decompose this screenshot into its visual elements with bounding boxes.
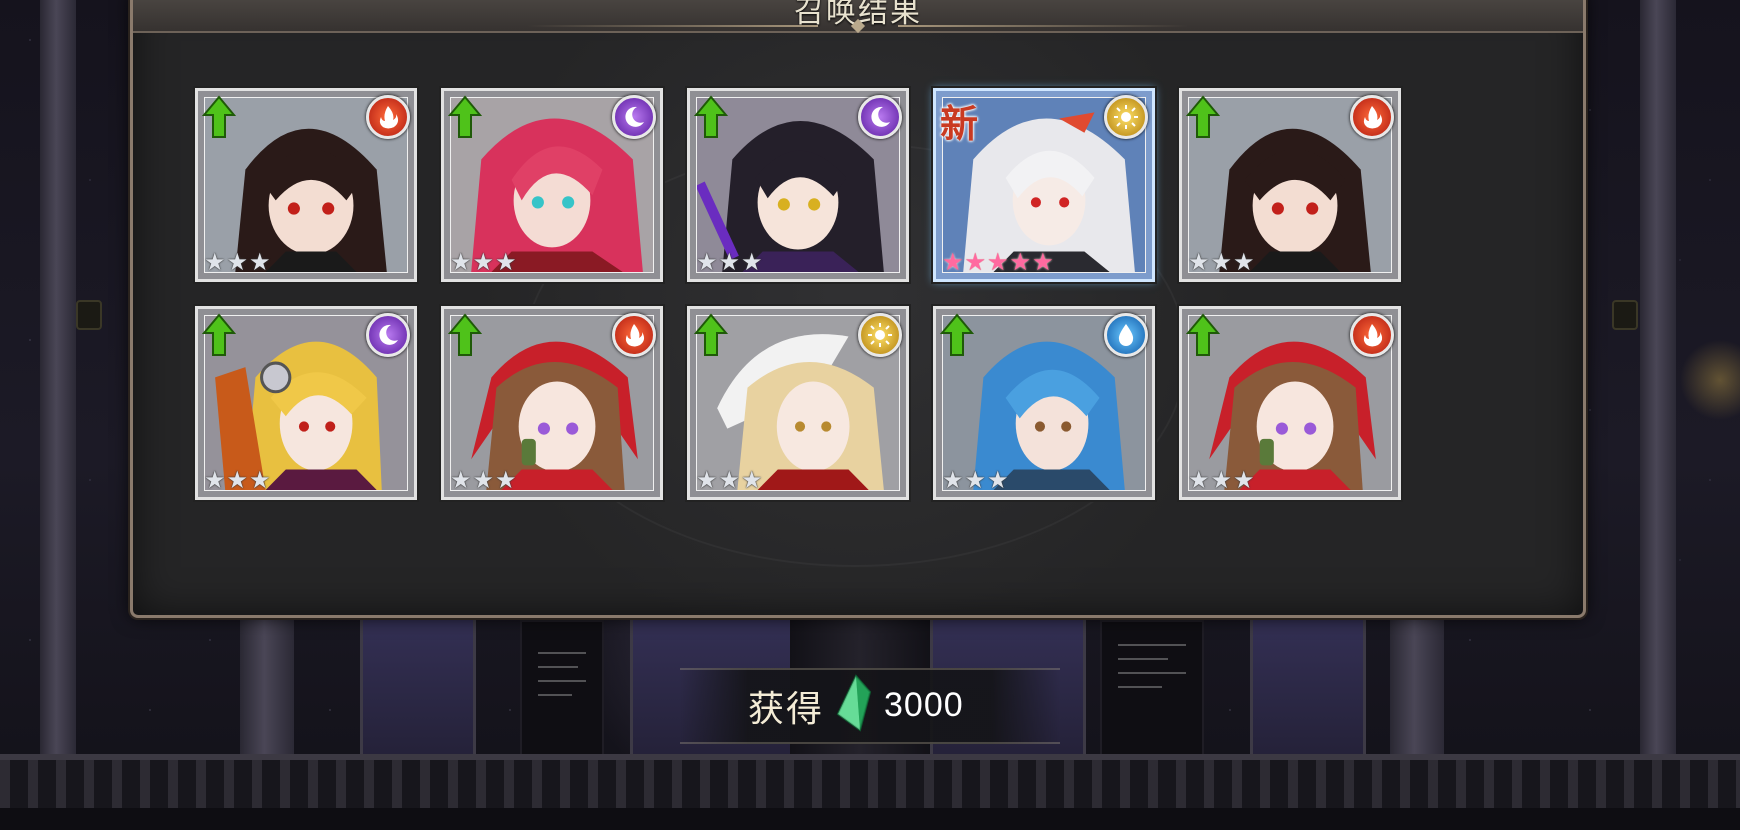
character-card[interactable]: ★ ★ ★ <box>439 86 665 284</box>
rank-up-arrow-icon <box>1186 95 1220 138</box>
character-card[interactable]: ★ ★ ★ <box>1177 304 1403 502</box>
background-pillar <box>1640 0 1676 830</box>
star-rating: ★ ★ ★ ★ ★ <box>942 248 1054 276</box>
green-crystal-icon <box>836 674 872 732</box>
star-rating: ★ ★ ★ <box>450 248 517 276</box>
panel-header: 召唤结果 <box>133 0 1583 34</box>
reward-bar: 获得 3000 <box>680 668 1060 744</box>
water-element-icon <box>1104 313 1148 357</box>
star-rating: ★ ★ ★ <box>450 466 517 494</box>
rank-up-arrow-icon <box>202 95 236 138</box>
star-rating: ★ ★ ★ <box>696 248 763 276</box>
title-ornament <box>528 18 1188 34</box>
fire-element-icon <box>1350 95 1394 139</box>
reward-label: 获得 <box>748 689 825 730</box>
new-badge: 新 <box>940 101 979 146</box>
dark-element-icon <box>612 95 656 139</box>
character-card[interactable]: ★ ★ ★ <box>685 304 911 502</box>
fire-element-icon <box>1350 313 1394 357</box>
light-element-icon <box>858 313 902 357</box>
rank-up-arrow-icon <box>1186 313 1220 356</box>
star-rating: ★ ★ ★ <box>204 248 271 276</box>
fire-element-icon <box>612 313 656 357</box>
rank-up-arrow-icon <box>940 313 974 356</box>
character-card[interactable]: ★ ★ ★ <box>931 304 1157 502</box>
dark-element-icon <box>366 313 410 357</box>
character-card-new[interactable]: 新 ★ ★ ★ ★ ★ <box>931 86 1157 284</box>
character-card[interactable]: ★ ★ ★ <box>1177 86 1403 284</box>
light-element-icon <box>1104 95 1148 139</box>
summon-result-panel: 召唤结果 ★ ★ ★ ★ ★ ★ ★ ★ ★ 新 ★ ★ ★ ★ ★ ★ ★ ★… <box>130 0 1586 618</box>
rank-up-arrow-icon <box>448 95 482 138</box>
rank-up-arrow-icon <box>694 95 728 138</box>
lantern-icon <box>76 300 102 330</box>
star-rating: ★ ★ ★ <box>1188 248 1255 276</box>
floor <box>0 808 1740 830</box>
character-card[interactable]: ★ ★ ★ <box>193 304 419 502</box>
star-rating: ★ ★ ★ <box>204 466 271 494</box>
star-rating: ★ ★ ★ <box>1188 466 1255 494</box>
rank-up-arrow-icon <box>694 313 728 356</box>
character-card[interactable]: ★ ★ ★ <box>685 86 911 284</box>
character-card[interactable]: ★ ★ ★ <box>193 86 419 284</box>
fire-element-icon <box>366 95 410 139</box>
character-card[interactable]: ★ ★ ★ <box>439 304 665 502</box>
rank-up-arrow-icon <box>202 313 236 356</box>
rank-up-arrow-icon <box>448 313 482 356</box>
star-rating: ★ ★ ★ <box>696 466 763 494</box>
star-rating: ★ ★ ★ <box>942 466 1009 494</box>
reward-amount: 3000 <box>884 686 964 724</box>
lantern-icon <box>1612 300 1638 330</box>
dark-element-icon <box>858 95 902 139</box>
background-pillar <box>40 0 76 830</box>
